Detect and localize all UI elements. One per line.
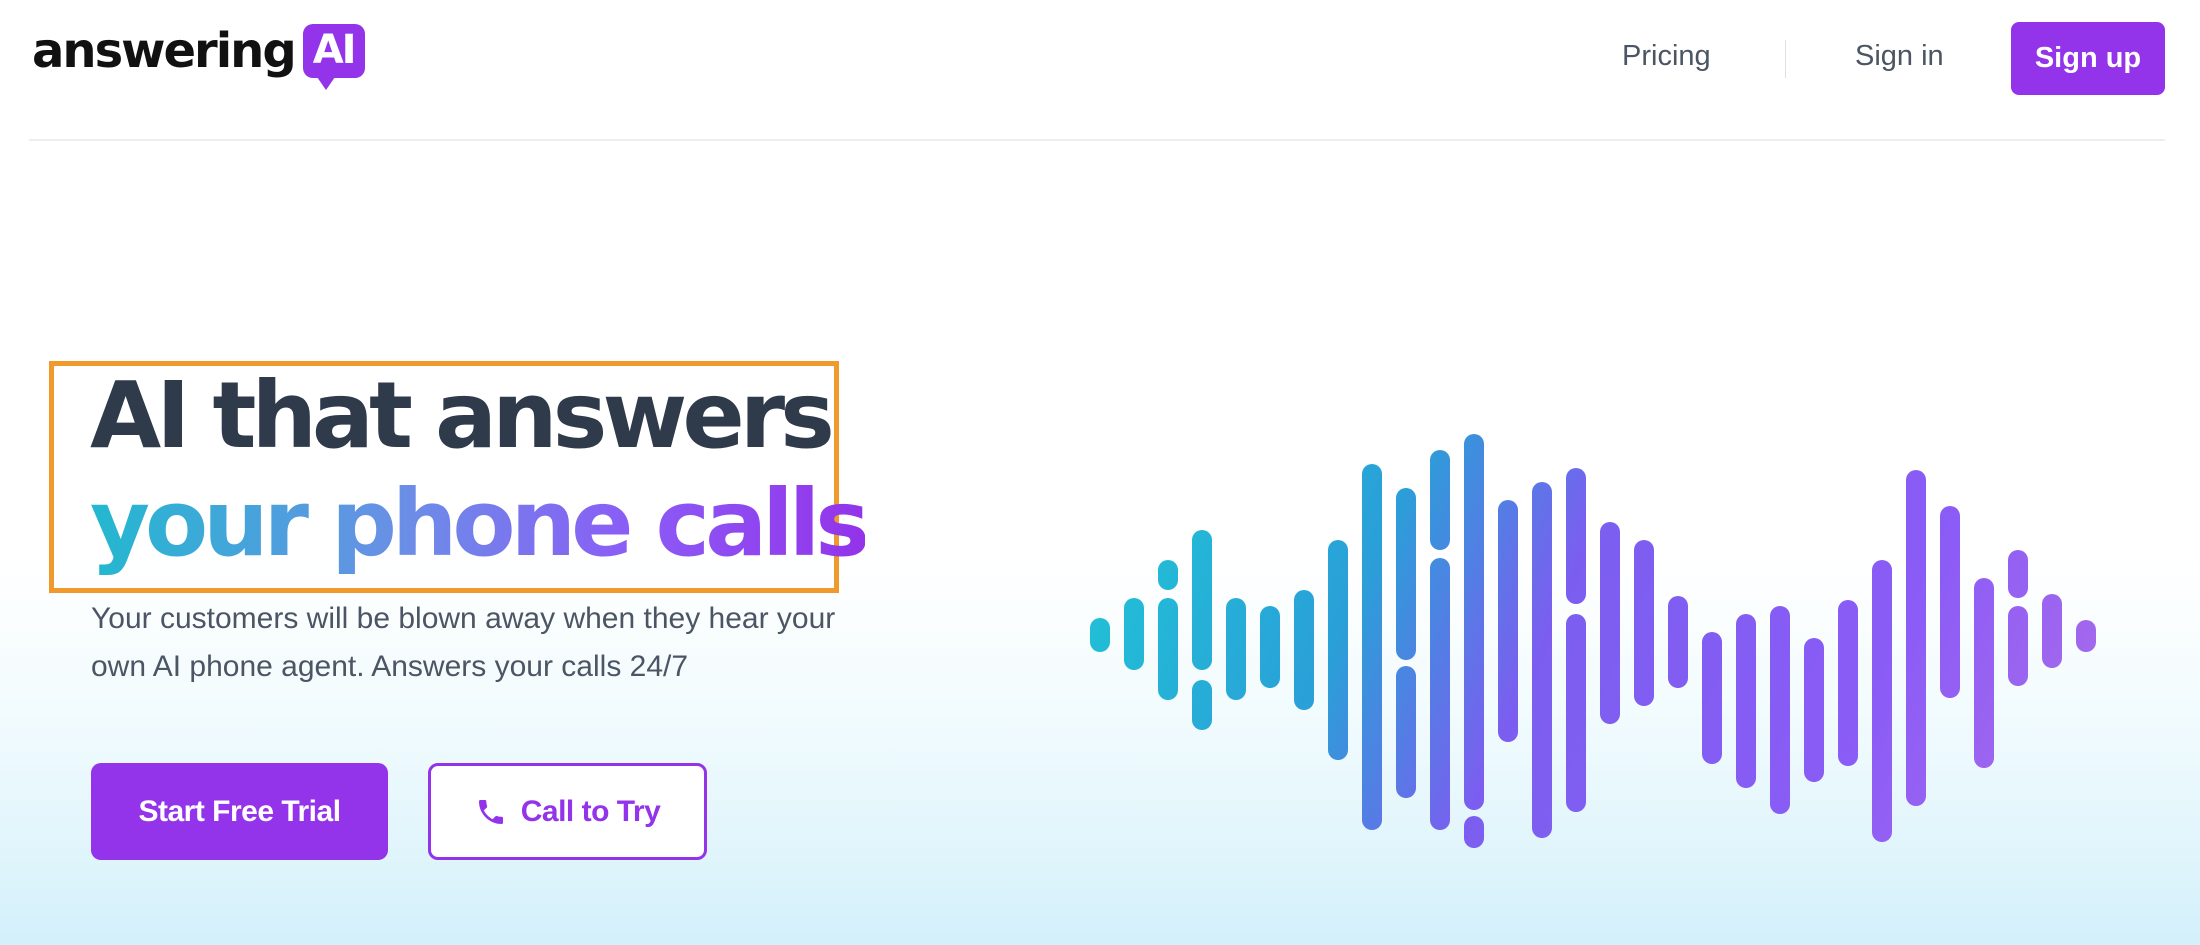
wave-bar <box>1396 666 1416 798</box>
call-to-try-label: Call to Try <box>520 794 661 828</box>
wave-bar <box>1396 488 1416 660</box>
wave-bar <box>1838 600 1858 766</box>
wave-bar <box>2008 606 2028 686</box>
logo-ai-badge: AI <box>302 24 365 90</box>
wave-bar <box>1158 560 1178 590</box>
wave-bar <box>1464 434 1484 810</box>
nav-divider <box>1785 40 1786 78</box>
nav-sign-in-link[interactable]: Sign in <box>1855 40 1944 73</box>
hero-subtext: Your customers will be blown away when t… <box>91 602 836 683</box>
logo-wordmark: answering <box>32 23 297 79</box>
hero-headline: AI that answers your phone calls <box>90 362 870 578</box>
sign-up-button[interactable]: Sign up <box>2011 22 2165 95</box>
wave-bar <box>2008 550 2028 598</box>
wave-bar <box>1736 614 1756 788</box>
wave-bar <box>1158 598 1178 700</box>
wave-bar <box>2042 594 2062 668</box>
wave-bar <box>1702 632 1722 764</box>
wave-bar <box>1090 618 1110 652</box>
hero-headline-line2: your phone calls <box>90 470 870 577</box>
wave-bar <box>1328 540 1348 760</box>
wave-bar <box>1498 500 1518 742</box>
wave-bar <box>1192 530 1212 670</box>
wave-bar <box>1430 450 1450 550</box>
wave-bar <box>2076 620 2096 652</box>
wave-bar <box>1770 616 1790 690</box>
hero-headline-line1: AI that answers <box>90 362 835 469</box>
wave-bar <box>1668 596 1688 688</box>
wave-bar <box>1294 590 1314 710</box>
wave-bar <box>1940 506 1960 698</box>
header-divider <box>29 139 2165 141</box>
wave-bar <box>1634 540 1654 706</box>
phone-icon <box>478 799 503 824</box>
logo[interactable]: answering AI <box>32 23 365 90</box>
wave-bar <box>1260 606 1280 688</box>
sound-wave-graphic <box>1090 434 2096 848</box>
nav-pricing-link[interactable]: Pricing <box>1622 40 1711 73</box>
wave-bar <box>1804 638 1824 782</box>
wave-bar <box>1906 470 1926 806</box>
wave-bar <box>1362 464 1382 830</box>
site-header: answering AI Pricing Sign in Sign up <box>0 0 2200 140</box>
wave-bar <box>1532 482 1552 838</box>
wave-bar <box>1566 614 1586 812</box>
wave-bar <box>1566 468 1586 604</box>
wave-bar <box>1192 680 1212 730</box>
wave-bar <box>1124 598 1144 670</box>
wave-bar <box>1464 816 1484 848</box>
wave-bar <box>1430 558 1450 830</box>
call-to-try-button[interactable]: Call to Try <box>428 763 707 860</box>
wave-bar <box>1872 590 1892 842</box>
wave-bar <box>1226 598 1246 700</box>
wave-bar <box>1974 578 1994 768</box>
start-free-trial-button[interactable]: Start Free Trial <box>91 763 388 860</box>
wave-bar <box>1600 522 1620 724</box>
